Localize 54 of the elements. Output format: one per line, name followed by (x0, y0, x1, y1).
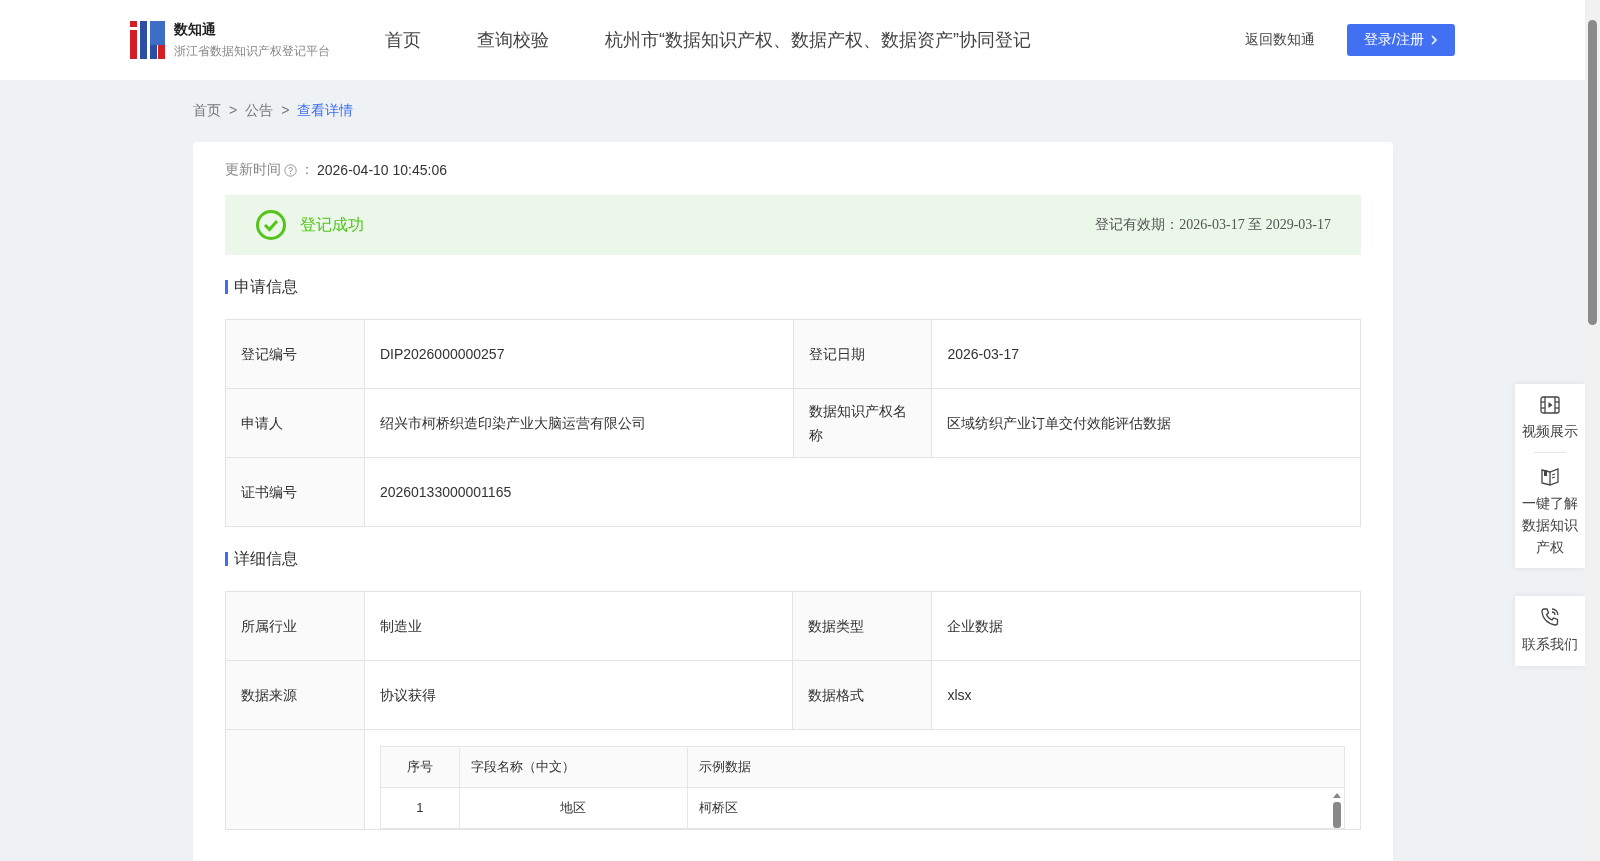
column-header: 序号 (380, 746, 460, 788)
field-value: DIP2026000000257 (364, 319, 794, 389)
login-button[interactable]: 登录/注册 (1347, 24, 1455, 56)
contact-link[interactable]: 联系我们 (1522, 633, 1578, 655)
breadcrumb-separator: > (229, 102, 238, 120)
book-icon (1540, 467, 1560, 486)
field-label: 证书编号 (225, 457, 365, 527)
section-title: 申请信息 (234, 276, 298, 297)
field-label: 登记编号 (225, 319, 365, 389)
section-title: 详细信息 (234, 548, 298, 569)
field-label: 数据格式 (793, 660, 932, 730)
side-panel-link[interactable]: 视频展示 (1522, 420, 1578, 442)
nav-link[interactable]: 首页 (385, 28, 421, 52)
phone-icon (1540, 607, 1560, 627)
breadcrumb-link[interactable]: 首页 (193, 102, 221, 122)
breadcrumb-link[interactable]: 查看详情 (297, 102, 354, 122)
check-circle-icon (255, 209, 287, 241)
scrollbar[interactable] (1585, 0, 1600, 861)
status-text: 登记成功 (300, 214, 364, 235)
logo-icon (130, 21, 165, 59)
back-link[interactable]: 返回数知通 (1245, 31, 1315, 49)
field-value: 协议获得 (364, 660, 793, 730)
logo-title: 数知通 (174, 20, 217, 39)
field-value: 区域纺织产业订单交付效能评估数据 (931, 388, 1361, 458)
field-value: 20260133000001165 (364, 457, 1361, 527)
nav-link[interactable]: 查询校验 (477, 28, 549, 52)
film-icon (1540, 396, 1560, 414)
field-label: 所属行业 (225, 591, 365, 661)
field-value: 绍兴市柯桥织造印染产业大脑运营有限公司 (364, 388, 794, 458)
field-value: 企业数据 (931, 591, 1361, 661)
update-label: 更新时间 (225, 161, 281, 179)
table-cell: 1 (380, 787, 460, 829)
column-header: 示例数据 (687, 746, 1345, 788)
field-value: 制造业 (364, 591, 793, 661)
field-label: 登记日期 (793, 319, 932, 389)
table-cell: 地区 (459, 787, 688, 829)
field-label: 申请人 (225, 388, 365, 458)
field-label: 数据来源 (225, 660, 365, 730)
breadcrumb-link[interactable]: 公告 (245, 102, 274, 122)
table-cell: 柯桥区 (687, 787, 1345, 829)
validity-period: 登记有效期：2026-03-17 至 2029-03-17 (1095, 216, 1331, 234)
nav-link[interactable]: 杭州市“数据知识产权、数据产权、数据资产”协同登记 (605, 28, 1031, 52)
logo-subtitle: 浙江省数据知识产权登记平台 (174, 42, 330, 60)
field-value: 2026-03-17 (931, 319, 1361, 389)
field-label: 数据类型 (793, 591, 932, 661)
chevron-icon (1429, 35, 1438, 45)
field-label: 数据知识产权名称 (793, 388, 932, 458)
update-time: 2026-04-10 10:45:06 (317, 162, 447, 178)
breadcrumb-separator: > (281, 102, 290, 120)
side-panel-link[interactable]: 一键了解数据知识产权 (1522, 492, 1578, 558)
help-icon (284, 163, 297, 177)
separator: ： (300, 161, 314, 179)
column-header: 字段名称（中文） (459, 746, 688, 788)
field-value: xlsx (931, 660, 1361, 730)
